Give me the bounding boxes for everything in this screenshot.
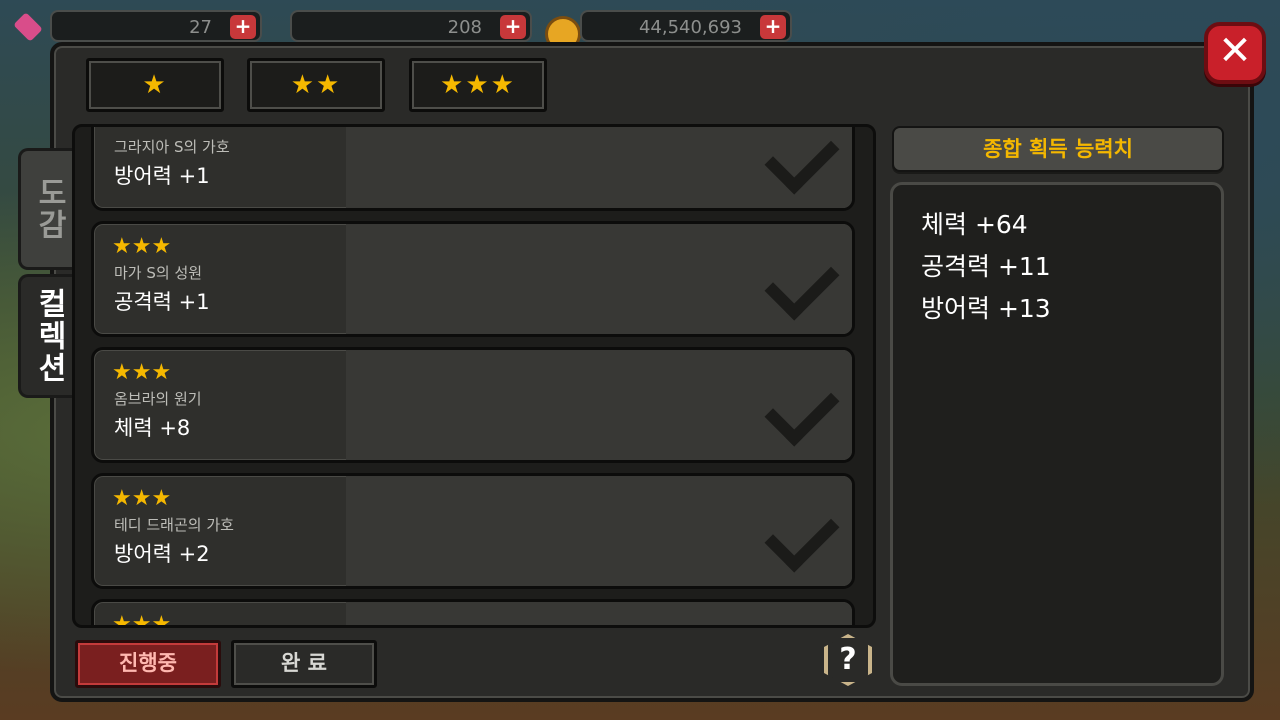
item-stat: 체력 +8	[114, 416, 191, 440]
gem-counter: 27 +	[50, 10, 262, 42]
tab-three-star[interactable]: ★★★	[409, 58, 547, 112]
list-item[interactable]: ★★★ 테디 드래곤의 가호 방어력 +2	[91, 473, 855, 589]
summary-box: 체력 +64 공격력 +11 방어력 +13	[890, 182, 1224, 686]
item-name: 그라지아 S의 가호	[114, 138, 230, 156]
add-gem-button[interactable]: +	[230, 15, 256, 39]
item-name: 옴브라의 원기	[114, 390, 202, 408]
gold-count: 44,540,693	[638, 17, 742, 38]
summary-line-attack: 공격력 +11	[921, 252, 1051, 281]
complete-button[interactable]: 완 료	[231, 640, 377, 688]
item-name: 테디 드래곤의 가호	[114, 516, 234, 534]
item-stars: ★★★	[112, 360, 172, 385]
add-gold-button[interactable]: +	[760, 15, 786, 39]
summary-line-hp: 체력 +64	[921, 210, 1028, 239]
gem-count: 27	[189, 17, 212, 38]
list-item[interactable]: 그라지아 S의 가호 방어력 +1	[91, 127, 855, 211]
list-item[interactable]: ★★★ 마가 S의 성원 공격력 +1	[91, 221, 855, 337]
gold-counter: 44,540,693 +	[580, 10, 792, 42]
energy-counter: 208 +	[290, 10, 532, 42]
top-resource-bar: 27 + 208 + 44,540,693 +	[0, 6, 1280, 52]
close-button[interactable]: ✕	[1204, 22, 1266, 84]
item-stars: ★★★	[112, 234, 172, 259]
tab-one-star[interactable]: ★	[86, 58, 224, 112]
item-shade	[346, 602, 852, 625]
list-item[interactable]: ★★★	[91, 599, 855, 628]
item-stat: 방어력 +1	[114, 164, 210, 188]
item-stars: ★★★	[112, 612, 172, 628]
item-stat: 방어력 +2	[114, 542, 210, 566]
item-name: 마가 S의 성원	[114, 264, 203, 282]
add-energy-button[interactable]: +	[500, 15, 526, 39]
collection-list[interactable]: 그라지아 S의 가호 방어력 +1 ★★★ 마가 S의 성원 공격력 +1 ★★…	[72, 124, 876, 628]
tab-collection-label: 컬렉션	[31, 288, 67, 384]
tab-encyclopedia-label: 도감	[31, 177, 67, 241]
item-stars: ★★★	[112, 486, 172, 511]
item-stat: 공격력 +1	[114, 290, 210, 314]
summary-title: 종합 획득 능력치	[892, 126, 1224, 172]
in-progress-button[interactable]: 진행중	[75, 640, 221, 688]
tab-encyclopedia[interactable]: 도감	[18, 148, 76, 270]
tab-two-star[interactable]: ★★	[247, 58, 385, 112]
tab-collection[interactable]: 컬렉션	[18, 274, 76, 398]
list-item[interactable]: ★★★ 옴브라의 원기 체력 +8	[91, 347, 855, 463]
summary-line-defense: 방어력 +13	[921, 294, 1051, 323]
gem-icon	[13, 12, 43, 42]
energy-count: 208	[447, 17, 482, 38]
